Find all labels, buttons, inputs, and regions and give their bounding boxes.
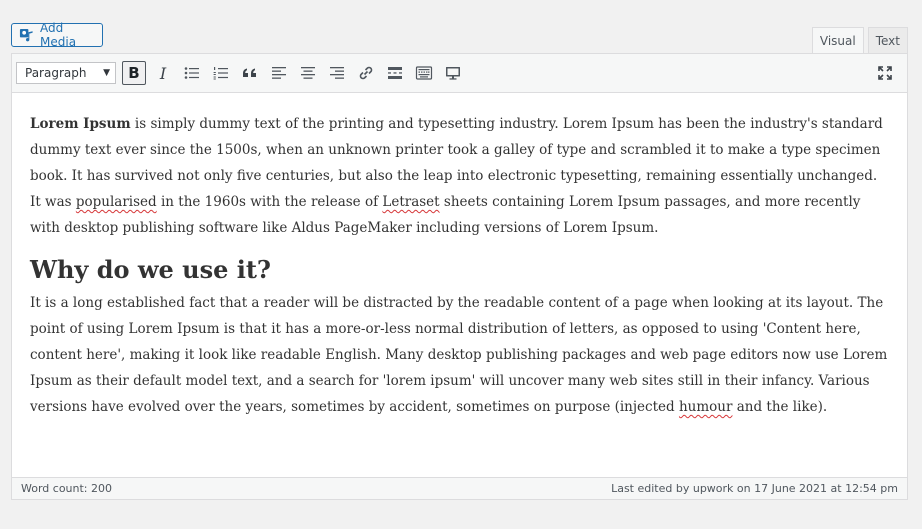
paragraph-2: It is a long established fact that a rea… bbox=[30, 290, 890, 420]
paragraph-text: It is a long established fact that a rea… bbox=[30, 295, 888, 415]
bold-text: Lorem Ipsum bbox=[30, 116, 131, 132]
chevron-down-icon: ▼ bbox=[103, 68, 110, 78]
status-bar: Word count: 200 Last edited by upwork on… bbox=[12, 477, 907, 499]
link-icon bbox=[359, 66, 373, 80]
add-media-button[interactable]: Add Media bbox=[11, 21, 103, 49]
align-center-icon bbox=[301, 67, 315, 79]
paragraph-text: in the 1960s with the release of bbox=[156, 194, 383, 210]
insert-link-button[interactable] bbox=[354, 61, 378, 85]
misspelled-word[interactable]: popularised bbox=[76, 194, 157, 210]
tab-visual[interactable]: Visual bbox=[811, 27, 864, 53]
bulleted-list-button[interactable] bbox=[180, 61, 204, 85]
align-center-button[interactable] bbox=[296, 61, 320, 85]
fullscreen-button[interactable] bbox=[873, 61, 897, 85]
align-right-icon bbox=[330, 67, 344, 79]
italic-button[interactable]: I bbox=[151, 61, 175, 85]
bold-icon: B bbox=[128, 64, 140, 82]
bold-button[interactable]: B bbox=[122, 61, 146, 85]
editor-content[interactable]: Lorem Ipsum is simply dummy text of the … bbox=[30, 111, 890, 420]
align-left-icon bbox=[272, 67, 286, 79]
format-select[interactable]: Paragraph ▼ bbox=[16, 62, 116, 84]
misspelled-word[interactable]: Letraset bbox=[382, 194, 439, 210]
editor-toolbar: Paragraph ▼ B I bbox=[12, 54, 907, 93]
distraction-free-button[interactable] bbox=[441, 61, 465, 85]
italic-icon: I bbox=[159, 63, 167, 83]
paragraph-1: Lorem Ipsum is simply dummy text of the … bbox=[30, 111, 890, 241]
add-media-label: Add Media bbox=[40, 21, 77, 49]
align-right-button[interactable] bbox=[325, 61, 349, 85]
format-select-value: Paragraph bbox=[25, 66, 87, 80]
read-more-button[interactable] bbox=[383, 61, 407, 85]
word-count: Word count: 200 bbox=[21, 482, 113, 495]
fullscreen-icon bbox=[878, 66, 892, 80]
content-heading: Why do we use it? bbox=[30, 255, 271, 284]
blockquote-button[interactable] bbox=[238, 61, 262, 85]
keyboard-icon bbox=[415, 66, 433, 80]
blockquote-icon bbox=[243, 68, 256, 77]
numbered-list-button[interactable] bbox=[209, 61, 233, 85]
numbered-list-icon bbox=[213, 67, 228, 80]
media-icon bbox=[19, 28, 33, 41]
bulleted-list-icon bbox=[184, 67, 199, 79]
monitor-icon bbox=[446, 67, 460, 80]
paragraph-text: and the like). bbox=[732, 399, 828, 415]
tab-text[interactable]: Text bbox=[867, 27, 908, 53]
editor-mode-tabs: Visual Text bbox=[811, 27, 908, 53]
toolbar-toggle-button[interactable] bbox=[412, 61, 436, 85]
read-more-icon bbox=[388, 67, 402, 79]
editor-panel: Paragraph ▼ B I Lorem Ipsum is simply du… bbox=[11, 53, 908, 500]
align-left-button[interactable] bbox=[267, 61, 291, 85]
misspelled-word[interactable]: humour bbox=[679, 399, 732, 415]
last-edited: Last edited by upwork on 17 June 2021 at… bbox=[611, 482, 898, 495]
